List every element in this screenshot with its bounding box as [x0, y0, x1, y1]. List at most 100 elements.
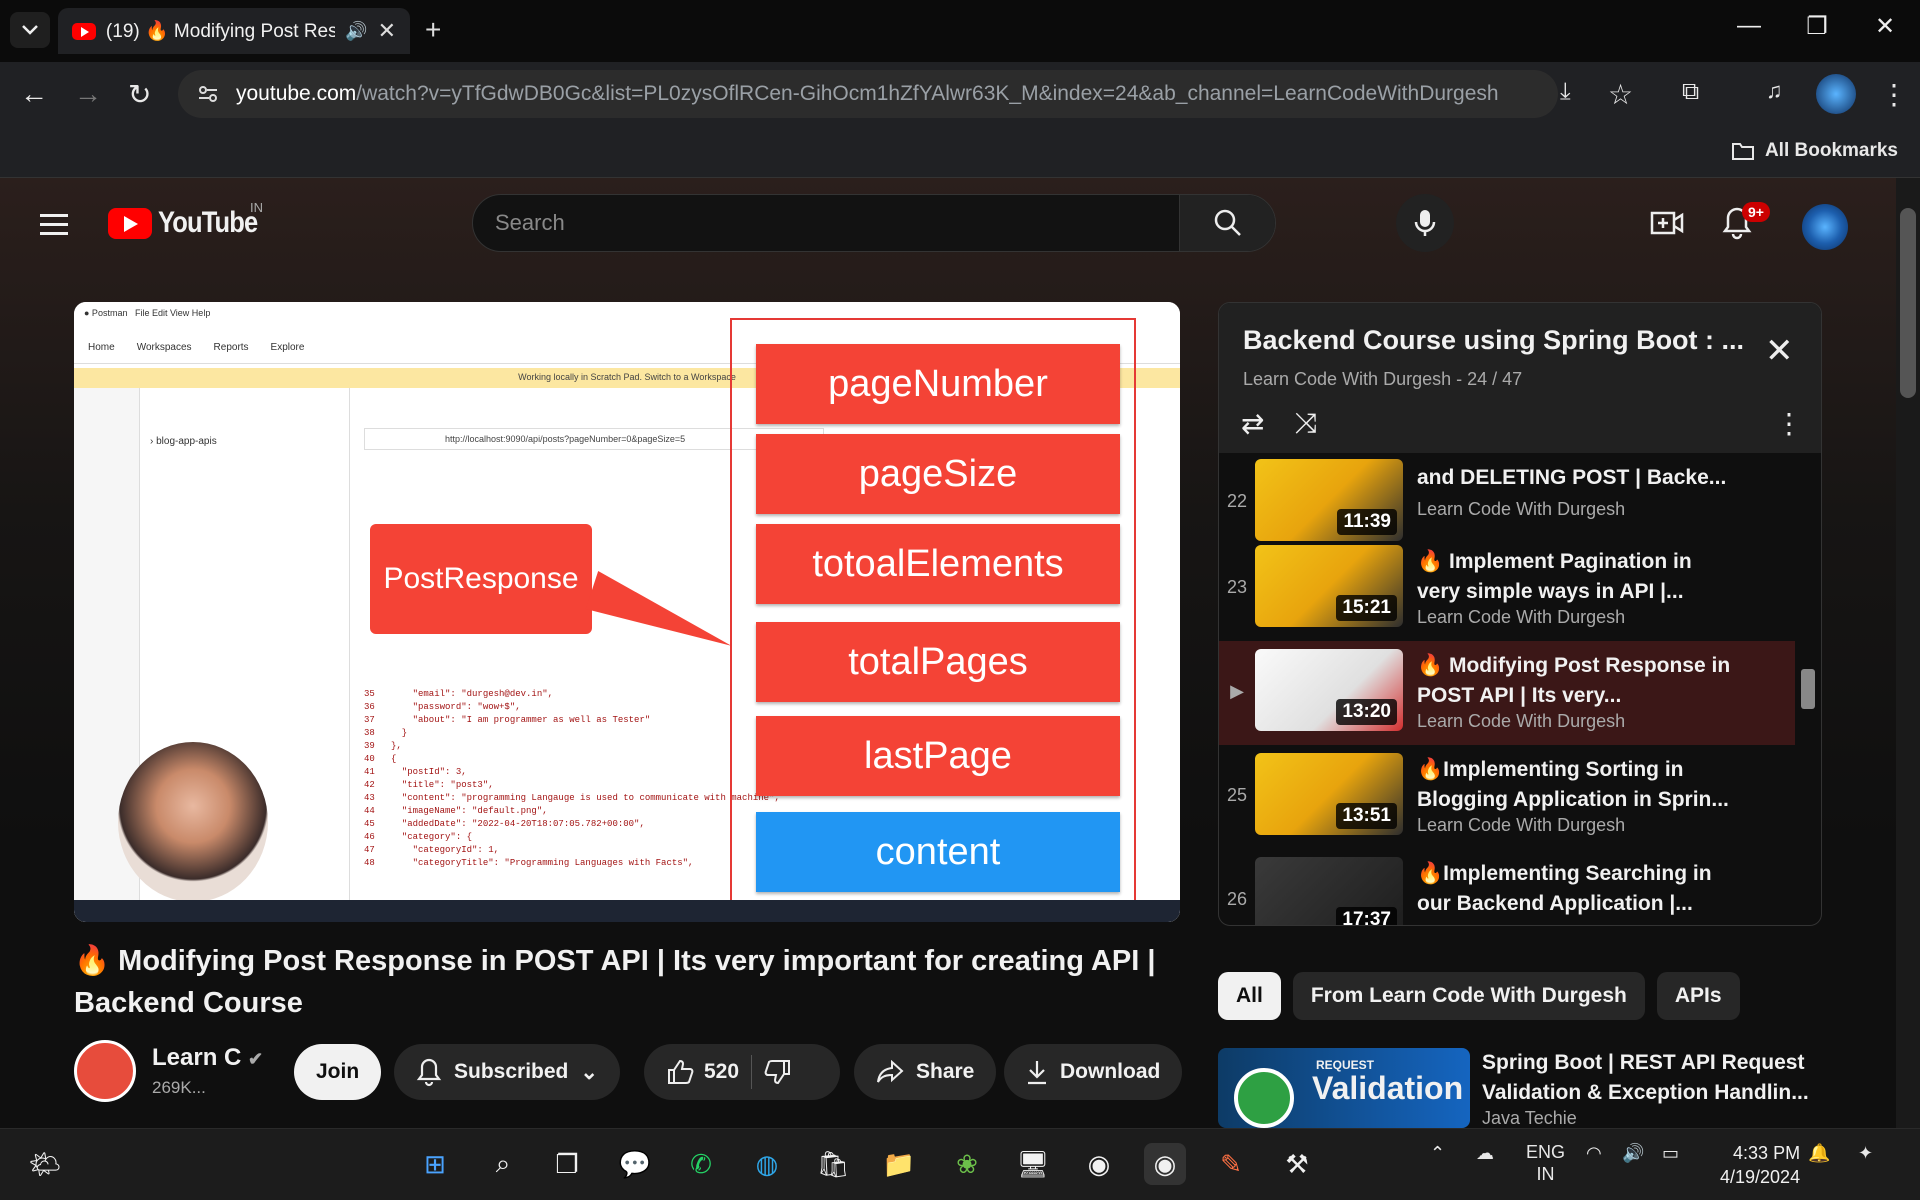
join-button[interactable]: Join	[294, 1044, 382, 1100]
playlist-item[interactable]: 25 13:51 🔥Implementing Sorting in Bloggi…	[1219, 745, 1795, 849]
playlist-item-number: 22	[1226, 491, 1248, 511]
postman-icon[interactable]: ✎	[1210, 1143, 1252, 1185]
media-control-icon[interactable]: ♫	[1766, 78, 1783, 104]
like-button[interactable]: 520	[666, 1058, 739, 1086]
tab-search-button[interactable]	[10, 12, 50, 48]
tray-overflow-icon[interactable]: ⌃	[1430, 1143, 1445, 1164]
address-bar[interactable]: youtube.com/watch?v=yTfGdwDB0Gc&list=PL0…	[178, 70, 1558, 118]
all-bookmarks-button[interactable]: All Bookmarks	[1731, 140, 1898, 162]
close-tab-icon[interactable]: ✕	[378, 18, 396, 44]
close-playlist-icon[interactable]: ✕	[1765, 331, 1794, 371]
chip-from-channel[interactable]: From Learn Code With Durgesh	[1292, 972, 1645, 1020]
search-icon	[1214, 209, 1241, 236]
playlist-item[interactable]: 26 17:37 🔥Implementing Searching in our …	[1219, 849, 1795, 925]
playlist-scroll-thumb[interactable]	[1801, 669, 1815, 709]
duration-badge: 13:20	[1336, 699, 1397, 725]
playlist-menu-icon[interactable]: ⋮	[1775, 407, 1803, 440]
thumbnail-text: Validation	[1312, 1070, 1464, 1106]
start-icon[interactable]: ⊞	[414, 1143, 456, 1185]
recommendation-chips: All From Learn Code With Durgesh APIs	[1218, 972, 1740, 1020]
search-button[interactable]	[1179, 195, 1275, 251]
menu-icon[interactable]	[40, 208, 68, 241]
account-avatar[interactable]	[1802, 204, 1848, 250]
extensions-icon[interactable]: ⧉	[1682, 78, 1699, 106]
share-button[interactable]: Share	[854, 1044, 997, 1100]
page-scroll-thumb[interactable]	[1900, 208, 1916, 398]
channel-avatar[interactable]	[74, 1040, 136, 1102]
browser-tab-strip: (19) 🔥 Modifying Post Res 🔊 ✕ + — ❐ ✕	[0, 0, 1920, 62]
video-player[interactable]: ● Postman File Edit View Help Home Works…	[74, 302, 1180, 922]
voice-search-button[interactable]	[1396, 194, 1454, 252]
weather-widget-icon[interactable]: 🌤	[24, 1143, 66, 1185]
reload-button[interactable]: ↻	[128, 78, 151, 111]
language-indicator[interactable]: ENG IN	[1526, 1141, 1565, 1185]
battery-icon[interactable]: ▭	[1662, 1143, 1679, 1164]
now-playing-icon: ▶	[1230, 681, 1244, 701]
browser-menu-icon[interactable]: ⋮	[1880, 78, 1908, 111]
like-dislike-group: 520	[644, 1044, 840, 1100]
dbeaver-icon[interactable]: ⚒	[1276, 1143, 1318, 1185]
playlist-item-title: 🔥 Implement Pagination in very simple wa…	[1417, 550, 1692, 603]
playlist-title[interactable]: Backend Course using Spring Boot : ...	[1243, 325, 1763, 356]
chip-apis[interactable]: APIs	[1656, 972, 1740, 1020]
recommended-thumbnail: REQUEST Validation	[1218, 1048, 1470, 1128]
forward-button[interactable]: →	[74, 78, 102, 110]
search-box	[472, 194, 1276, 252]
file-explorer-icon[interactable]: 📁	[878, 1143, 920, 1185]
field-label: totoalElements	[756, 524, 1120, 604]
chrome-profile-icon[interactable]: ◉	[1144, 1143, 1186, 1185]
new-tab-button[interactable]: +	[425, 14, 441, 46]
restore-button[interactable]: ❐	[1792, 12, 1842, 41]
subscriber-count: 269K...	[152, 1078, 206, 1097]
profile-avatar[interactable]	[1816, 74, 1856, 114]
spring-tool-icon[interactable]: ❀	[946, 1143, 988, 1185]
create-button[interactable]	[1650, 208, 1684, 243]
edge-icon[interactable]: ◍	[746, 1143, 788, 1185]
youtube-logo[interactable]: YouTube IN	[108, 200, 275, 240]
active-tab[interactable]: (19) 🔥 Modifying Post Res 🔊 ✕	[58, 8, 410, 54]
browser-toolbar: ← → ↻ youtube.com/watch?v=yTfGdwDB0Gc&li…	[0, 62, 1920, 126]
like-divider	[751, 1055, 753, 1089]
page-scrollbar[interactable]	[1896, 178, 1920, 1128]
install-app-icon[interactable]: ⤓	[1560, 78, 1571, 106]
whatsapp-icon[interactable]: ✆	[680, 1143, 722, 1185]
copilot-icon[interactable]: ✦	[1858, 1143, 1873, 1164]
download-button[interactable]: Download	[1004, 1044, 1183, 1100]
chevron-down-icon: ⌄	[580, 1060, 598, 1084]
notification-bell-icon[interactable]: 🔔	[1808, 1143, 1830, 1164]
playlist-item[interactable]: 23 15:21 🔥 Implement Pagination in very …	[1219, 537, 1795, 641]
bookmarks-bar: All Bookmarks	[0, 126, 1920, 178]
playlist-thumbnail: 11:39	[1255, 459, 1403, 541]
site-info-icon[interactable]	[196, 82, 220, 106]
teams-icon[interactable]: 💬	[614, 1143, 656, 1185]
playlist-item-current[interactable]: ▶ 13:20 🔥 Modifying Post Response in POS…	[1219, 641, 1795, 745]
store-icon[interactable]: 🛍	[812, 1143, 854, 1185]
shuffle-icon[interactable]: ⤨	[1295, 407, 1317, 440]
search-input[interactable]	[473, 210, 1179, 236]
system-clock[interactable]: 4:33 PM 4/19/2024	[1720, 1141, 1800, 1189]
back-button[interactable]: ←	[20, 78, 48, 110]
speaker-icon[interactable]: 🔊	[345, 21, 367, 42]
postman-nav-reports: Reports	[213, 342, 249, 353]
url-path: /watch?v=yTfGdwDB0Gc&list=PL0zysOflRCen-…	[356, 82, 1499, 105]
minimize-button[interactable]: —	[1724, 12, 1774, 40]
channel-name[interactable]: Learn C ✔	[152, 1044, 263, 1072]
remote-desktop-icon[interactable]: 🖥	[1012, 1143, 1054, 1185]
subscribed-button[interactable]: Subscribed ⌄	[394, 1044, 620, 1100]
presenter-webcam	[118, 742, 268, 902]
close-window-button[interactable]: ✕	[1860, 12, 1910, 41]
volume-icon[interactable]: 🔊	[1622, 1143, 1644, 1164]
recommended-video[interactable]: REQUEST Validation Spring Boot | REST AP…	[1218, 1048, 1822, 1128]
chip-all[interactable]: All	[1218, 972, 1281, 1020]
field-label: pageSize	[756, 434, 1120, 514]
search-icon[interactable]: ⌕	[482, 1143, 524, 1185]
wifi-icon[interactable]: ◠	[1586, 1143, 1602, 1164]
chrome-icon[interactable]: ◉	[1078, 1143, 1120, 1185]
task-view-icon[interactable]: ❐	[546, 1143, 588, 1185]
playlist-item-channel: Learn Code With Durgesh	[1417, 711, 1626, 731]
onedrive-icon[interactable]: ☁	[1476, 1143, 1494, 1164]
loop-icon[interactable]: ⇄	[1241, 407, 1264, 440]
playlist-scrollbar[interactable]	[1799, 469, 1817, 925]
bookmark-star-icon[interactable]: ☆	[1608, 78, 1633, 111]
thumbs-down-icon[interactable]	[764, 1058, 792, 1086]
